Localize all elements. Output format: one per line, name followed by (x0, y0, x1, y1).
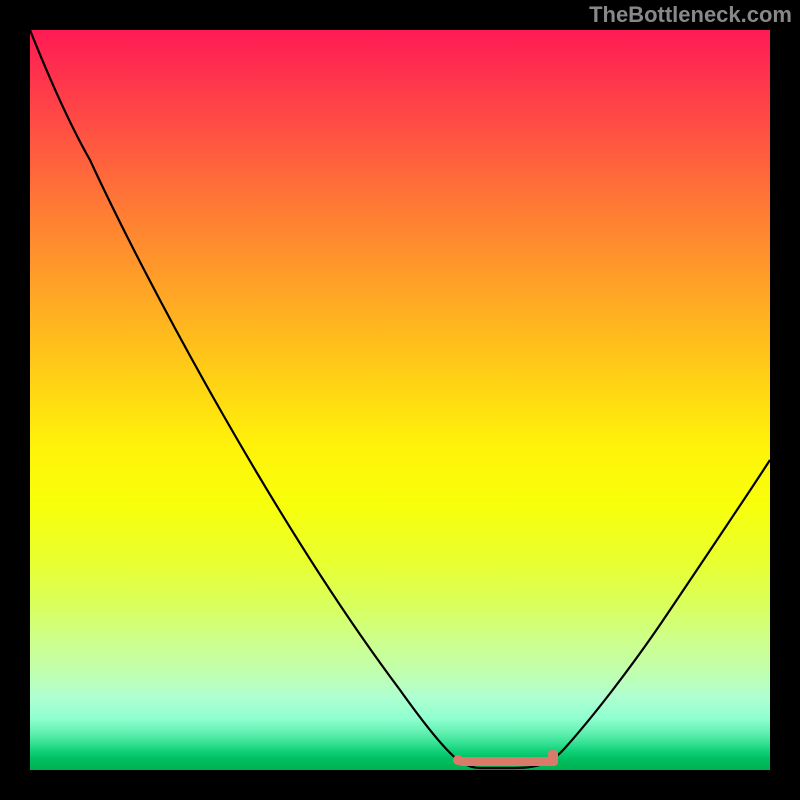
watermark-text: TheBottleneck.com (589, 2, 792, 28)
chart-svg (30, 30, 770, 770)
sweet-spot-marker (453, 750, 558, 766)
chart-plot-area (30, 30, 770, 770)
bottleneck-curve-path (30, 30, 770, 768)
